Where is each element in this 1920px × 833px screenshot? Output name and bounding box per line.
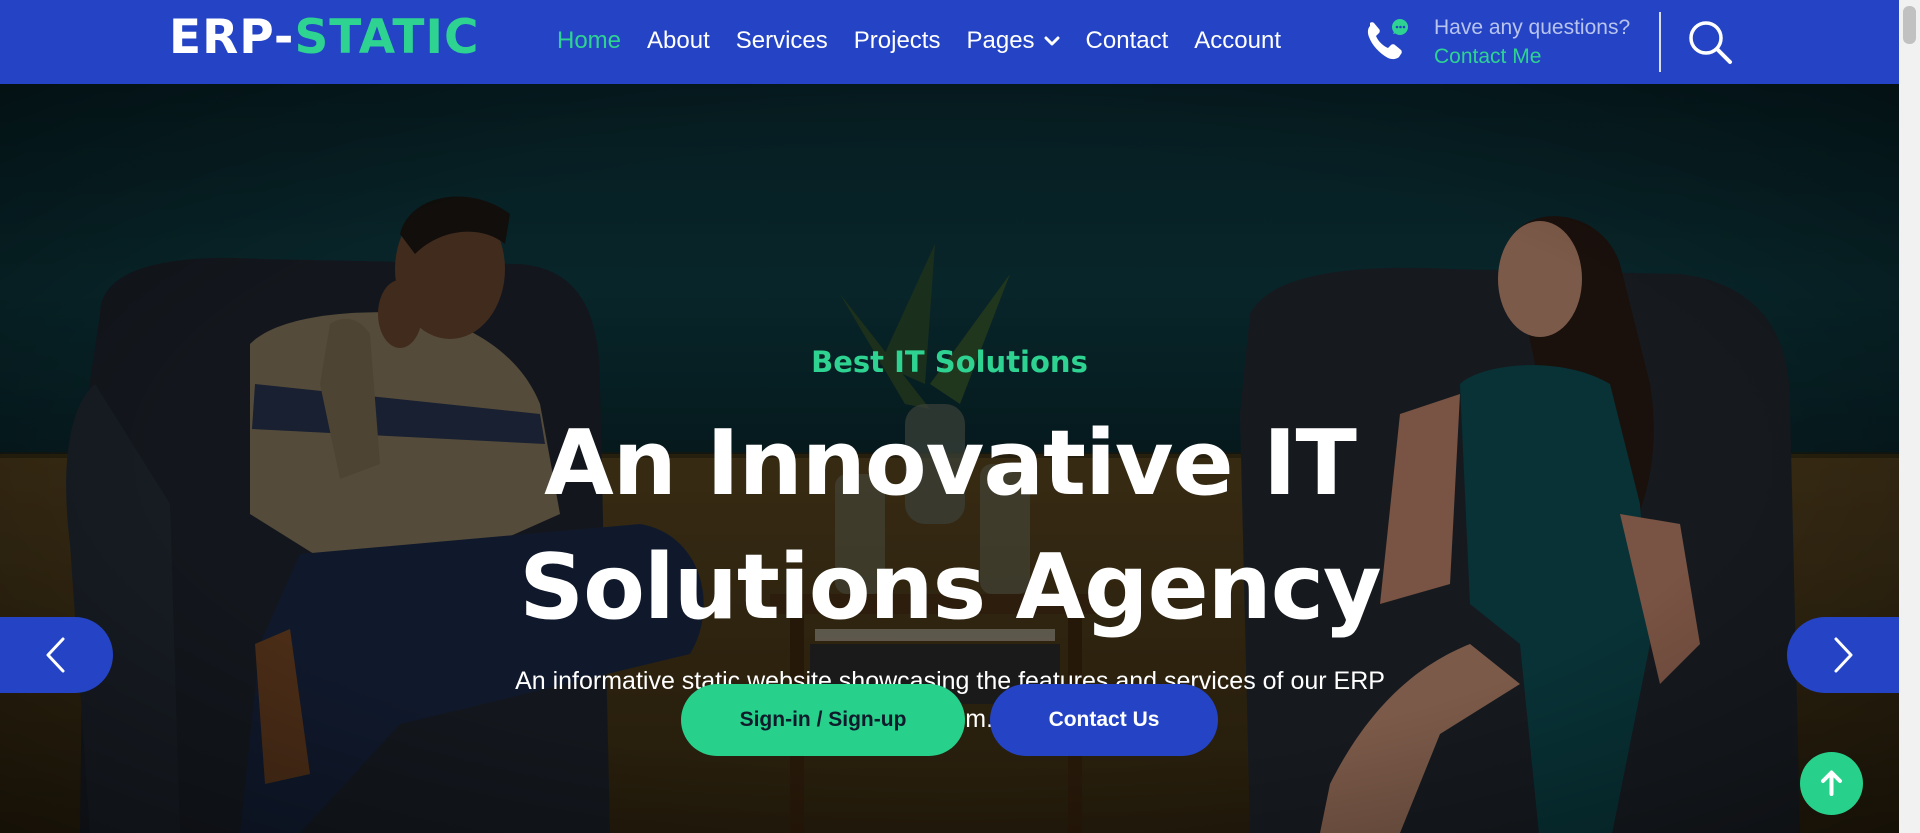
brand-accent: STATIC	[294, 10, 480, 65]
chevron-left-icon	[46, 637, 65, 673]
brand-logo[interactable]: ERP-STATIC	[169, 10, 479, 65]
nav-item-account[interactable]: Account	[1194, 24, 1281, 58]
hero-kicker: Best IT Solutions	[811, 345, 1088, 379]
nav-item-contact[interactable]: Contact	[1086, 24, 1169, 58]
carousel-prev-button[interactable]	[0, 617, 113, 693]
navbar: ERP-STATIC Home About Services Projects …	[0, 0, 1899, 84]
brand-main: ERP-	[169, 10, 295, 65]
chevron-down-icon	[1044, 36, 1060, 46]
nav-item-home[interactable]: Home	[557, 24, 621, 58]
nav-item-pages-label: Pages	[966, 27, 1035, 54]
phone-chat-icon	[1367, 19, 1408, 60]
contact-me-link[interactable]: Contact Me	[1434, 43, 1541, 71]
arrow-up-icon	[1821, 770, 1842, 796]
contact-question: Have any questions?	[1434, 16, 1631, 39]
nav-item-services[interactable]: Services	[736, 24, 828, 58]
page: ERP-STATIC Home About Services Projects …	[0, 0, 1920, 833]
nav-item-about[interactable]: About	[647, 24, 710, 58]
main-nav: Home About Services Projects Pages Conta…	[557, 24, 1281, 58]
back-to-top-button[interactable]	[1800, 752, 1863, 815]
scrollbar-thumb[interactable]	[1903, 6, 1916, 44]
page-scrollbar[interactable]	[1899, 0, 1920, 833]
contact-us-button[interactable]: Contact Us	[990, 684, 1218, 756]
carousel-next-button[interactable]	[1787, 617, 1899, 693]
nav-item-pages-dropdown[interactable]: Pages	[966, 24, 1060, 58]
nav-divider	[1659, 12, 1661, 72]
sign-in-sign-up-button[interactable]: Sign-in / Sign-up	[681, 684, 965, 756]
search-icon[interactable]	[1686, 18, 1734, 66]
hero-title: An Innovative IT Solutions Agency	[519, 411, 1381, 640]
contact-block: Have any questions? Contact Me	[1362, 14, 1662, 72]
chevron-right-icon	[1834, 637, 1853, 673]
nav-item-projects[interactable]: Projects	[854, 24, 941, 58]
